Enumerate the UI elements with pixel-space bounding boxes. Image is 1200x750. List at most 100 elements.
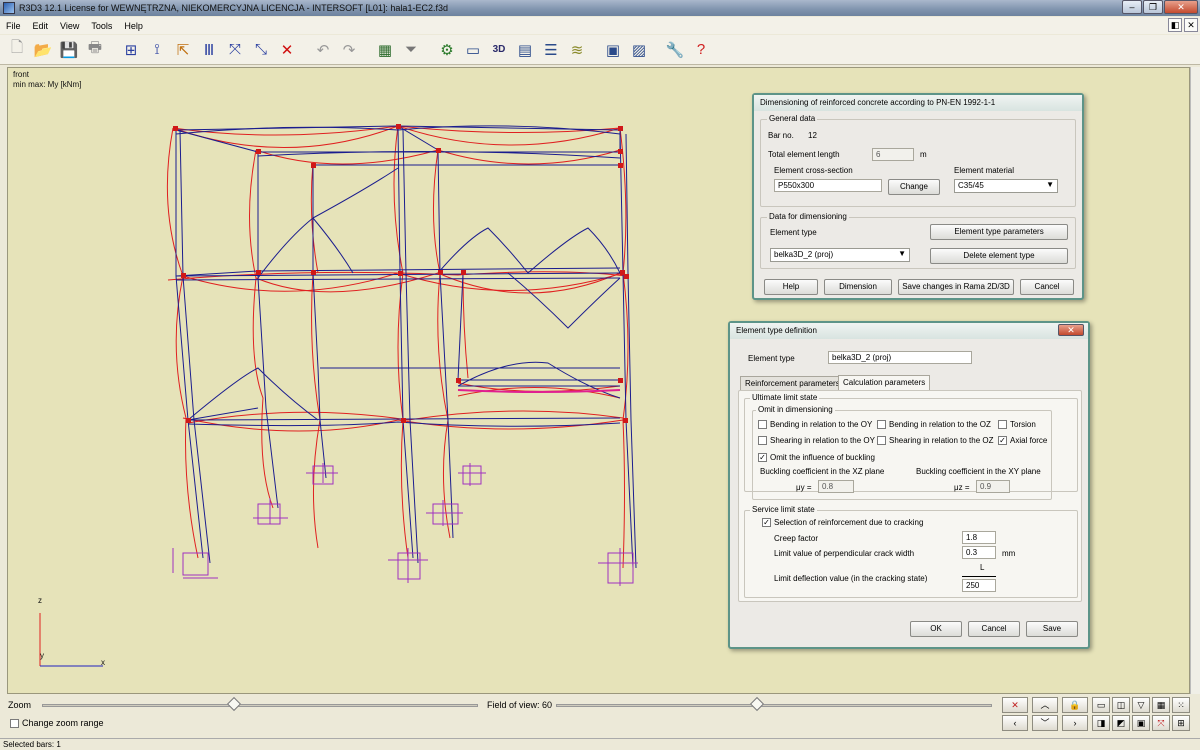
add-node-icon[interactable]: ⟟ xyxy=(144,38,170,62)
table-icon[interactable]: ▦ xyxy=(372,38,398,62)
save-changes-button[interactable]: Save changes in Rama 2D/3D xyxy=(898,279,1014,295)
type-cancel-button[interactable]: Cancel xyxy=(968,621,1020,637)
pan-right-icon[interactable]: › xyxy=(1062,715,1088,731)
new-file-icon[interactable]: 🗋 xyxy=(4,38,30,62)
tab-reinforcement[interactable]: Reinforcement parameters xyxy=(740,376,845,391)
menu-view[interactable]: View xyxy=(54,21,85,31)
buckling-check-icon[interactable]: ✓ xyxy=(758,453,767,462)
deflection-field[interactable]: 250 xyxy=(962,579,996,592)
save-icon[interactable]: 💾 xyxy=(56,38,82,62)
view-top-icon[interactable]: ◩ xyxy=(1112,715,1130,731)
help-button[interactable]: Help xyxy=(764,279,818,295)
torsion-box[interactable] xyxy=(998,420,1007,429)
view-dots-icon[interactable]: ⁙ xyxy=(1172,697,1190,713)
close-icon[interactable]: ✕ xyxy=(1058,324,1084,336)
pan-up-icon[interactable]: ︿ xyxy=(1032,697,1058,713)
creep-field[interactable]: 1.8 xyxy=(962,531,996,544)
print-icon[interactable]: 🖶 xyxy=(82,38,108,62)
mdi-close-icon[interactable]: ✕ xyxy=(1184,18,1198,32)
delete-icon[interactable]: ✕ xyxy=(274,38,300,62)
bend-oy-checkbox[interactable]: Bending in relation to the OY xyxy=(758,420,872,429)
view-side-icon[interactable]: ◨ xyxy=(1092,715,1110,731)
crack-width-unit: mm xyxy=(1002,549,1016,558)
cancel-button[interactable]: Cancel xyxy=(1020,279,1074,295)
close-button[interactable]: ✕ xyxy=(1164,0,1198,14)
undo-icon[interactable]: ↶ xyxy=(310,38,336,62)
minimize-button[interactable]: – xyxy=(1122,0,1142,14)
axial-check-icon[interactable]: ✓ xyxy=(998,436,1007,445)
bend-oz-checkbox[interactable]: Bending in relation to the OZ xyxy=(877,420,991,429)
restore-button[interactable]: ❐ xyxy=(1143,0,1163,14)
shear-oy-checkbox[interactable]: Shearing in relation to the OY xyxy=(758,436,875,445)
pan-down-icon[interactable]: ﹀ xyxy=(1032,715,1058,731)
menu-tools[interactable]: Tools xyxy=(85,21,118,31)
crack-width-field[interactable]: 0.3 xyxy=(962,546,996,559)
torsion-checkbox[interactable]: Torsion xyxy=(998,420,1036,429)
save-button[interactable]: Save xyxy=(1026,621,1078,637)
zoom-slider[interactable] xyxy=(42,704,478,707)
help-icon[interactable]: ? xyxy=(688,38,714,62)
list-icon[interactable]: ☰ xyxy=(538,38,564,62)
menu-file[interactable]: File xyxy=(0,21,27,31)
shear-oy-box[interactable] xyxy=(758,436,767,445)
menu-edit[interactable]: Edit xyxy=(27,21,55,31)
filter-icon[interactable]: ⏷ xyxy=(398,38,424,62)
axial-force-checkbox[interactable]: ✓ Axial force xyxy=(998,436,1047,445)
menu-help[interactable]: Help xyxy=(118,21,149,31)
settings-icon[interactable]: 🔧 xyxy=(662,38,688,62)
change-zoom-range-box[interactable] xyxy=(10,718,19,728)
mdi-tile-icon[interactable]: ◧ xyxy=(1168,18,1182,32)
element-type-params-button[interactable]: Element type parameters xyxy=(930,224,1068,240)
view-grid-icon[interactable]: ▦ xyxy=(1152,697,1170,713)
view-box-icon[interactable]: ▣ xyxy=(1132,715,1150,731)
calculate-icon[interactable]: ⚙ xyxy=(434,38,460,62)
zoom-slider-thumb[interactable] xyxy=(226,696,241,712)
bend-oy-box[interactable] xyxy=(758,420,767,429)
layers-icon[interactable]: ≋ xyxy=(564,38,590,62)
shear-oz-checkbox[interactable]: Shearing in relation to the OZ xyxy=(877,436,994,445)
creep-label: Creep factor xyxy=(774,534,819,543)
monitor-icon[interactable]: ▭ xyxy=(1092,697,1110,713)
open-file-icon[interactable]: 📂 xyxy=(30,38,56,62)
mu-y-field[interactable]: 0.8 xyxy=(818,480,854,493)
add-frame-icon[interactable]: ⊞ xyxy=(118,38,144,62)
material-select[interactable]: C35/45 ▼ xyxy=(954,179,1058,193)
view-front-icon[interactable]: ◫ xyxy=(1112,697,1130,713)
ok-button[interactable]: OK xyxy=(910,621,962,637)
fov-slider-thumb[interactable] xyxy=(749,696,764,712)
viewport-scrollbar[interactable] xyxy=(1190,67,1200,694)
select-icon[interactable]: ⤡ xyxy=(248,38,274,62)
cracking-check-icon[interactable]: ✓ xyxy=(762,518,771,527)
view-mesh-icon[interactable]: ⊞ xyxy=(1172,715,1190,731)
tab-calculation[interactable]: Calculation parameters xyxy=(838,375,931,391)
fov-slider[interactable] xyxy=(556,704,992,707)
change-zoom-range-checkbox[interactable]: Change zoom range xyxy=(10,718,104,728)
buckling-label: Omit the influence of buckling xyxy=(770,453,875,462)
bend-oz-box[interactable] xyxy=(877,420,886,429)
shear-oz-box[interactable] xyxy=(877,436,886,445)
type-name-field[interactable]: belka3D_2 (proj) xyxy=(828,351,972,364)
view-axis-icon[interactable]: ⤧ xyxy=(1152,715,1170,731)
change-section-button[interactable]: Change xyxy=(888,179,940,195)
cracking-checkbox[interactable]: ✓ Selection of reinforcement due to crack… xyxy=(762,518,923,527)
buckling-checkbox[interactable]: ✓ Omit the influence of buckling xyxy=(758,453,875,462)
move-node-icon[interactable]: ⇱ xyxy=(170,38,196,62)
cross-section-field[interactable]: P550x300 xyxy=(774,179,882,192)
pan-left-icon[interactable]: ‹ xyxy=(1002,715,1028,731)
reset-view-icon[interactable]: ✕ xyxy=(1002,697,1028,713)
view-3d-icon[interactable]: 3D xyxy=(486,38,512,62)
grid-icon[interactable]: ▤ xyxy=(512,38,538,62)
redo-icon[interactable]: ↷ xyxy=(336,38,362,62)
delete-element-type-button[interactable]: Delete element type xyxy=(930,248,1068,264)
columns-icon[interactable]: Ⅲ xyxy=(196,38,222,62)
connect-bars-icon[interactable]: ⤧ xyxy=(222,38,248,62)
dimension-button[interactable]: Dimension xyxy=(824,279,892,295)
report-edit-icon[interactable]: ▨ xyxy=(626,38,652,62)
mu-z-field[interactable]: 0.9 xyxy=(976,480,1010,493)
view-cone-icon[interactable]: ▽ xyxy=(1132,697,1150,713)
selected-bar[interactable] xyxy=(457,389,621,393)
view-results-icon[interactable]: ▭ xyxy=(460,38,486,62)
element-type-select[interactable]: belka3D_2 (proj) ▼ xyxy=(770,248,910,262)
report-icon[interactable]: ▣ xyxy=(600,38,626,62)
lock-icon[interactable]: 🔒 xyxy=(1062,697,1088,713)
